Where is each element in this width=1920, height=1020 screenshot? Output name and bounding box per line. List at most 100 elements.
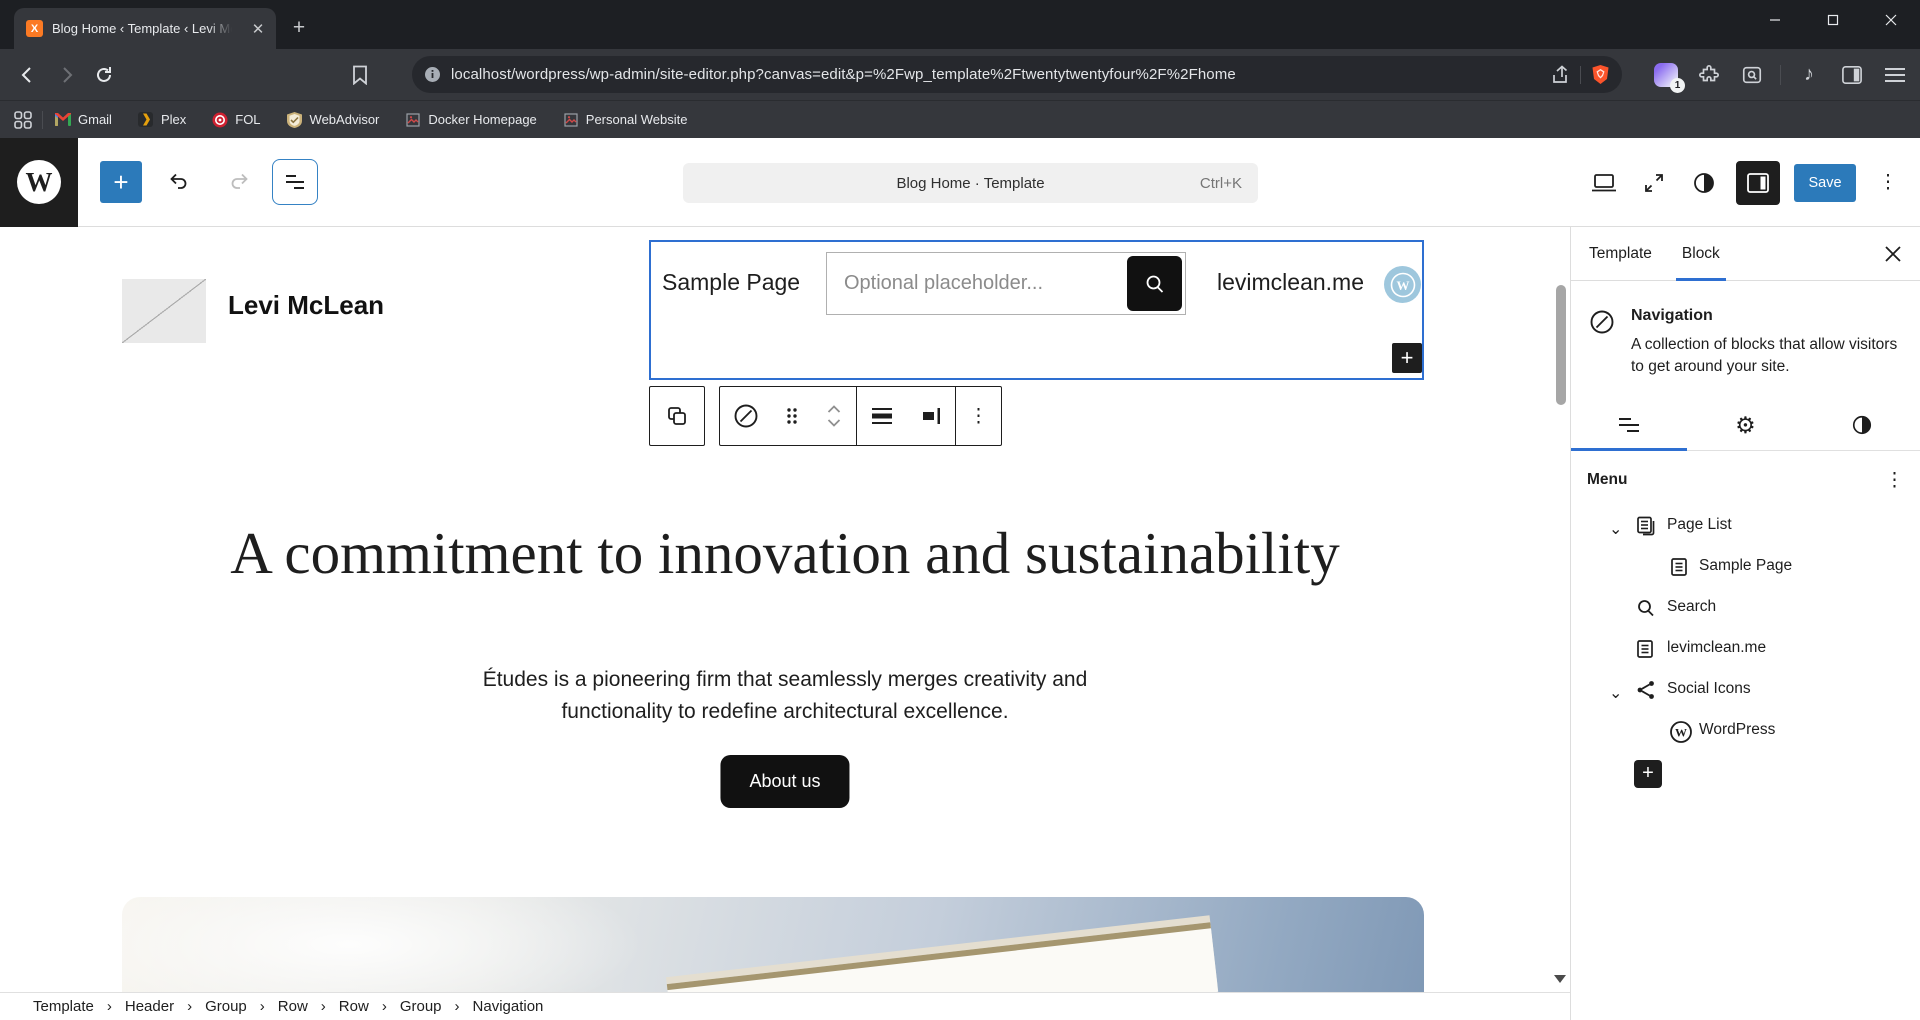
share-icon[interactable] [1550,65,1570,85]
settings-sidebar-toggle[interactable] [1736,161,1780,205]
chevron-down-icon[interactable]: ⌄ [1609,519,1622,539]
save-button[interactable]: Save [1794,164,1856,202]
breadcrumb-group[interactable]: Group [400,998,442,1015]
nav-search-block[interactable] [826,252,1186,315]
breadcrumb-row[interactable]: Row [278,998,308,1015]
search-submit-button[interactable] [1127,256,1182,311]
browser-toolbar: localhost/wordpress/wp-admin/site-editor… [0,49,1920,100]
profile-avatar[interactable]: 1 [1651,60,1681,90]
navigation-block-selected[interactable]: Sample Page levimclean.me W + [649,240,1424,380]
breadcrumb-template[interactable]: Template [33,998,94,1015]
bookmark-icon[interactable] [344,59,376,91]
block-appender-button[interactable]: + [1392,343,1422,373]
tab-settings[interactable]: ⚙ [1687,401,1803,450]
back-button[interactable] [12,59,44,91]
site-info-icon[interactable] [424,66,441,83]
share-icon [1635,679,1657,701]
block-breadcrumbs: Template › Header › Group › Row › Row › … [0,992,1570,1020]
styles-button[interactable] [1686,165,1722,201]
move-up-down-buttons[interactable] [812,387,856,445]
forward-button[interactable] [50,59,82,91]
hero-cover-image[interactable] [122,897,1424,992]
block-type-button[interactable] [720,387,772,445]
wordpress-icon: W [1669,720,1693,744]
item-justify-right-button[interactable] [907,387,955,445]
add-menu-item-button[interactable]: + [1634,760,1662,788]
page-icon [1669,556,1689,578]
close-icon [1884,245,1902,263]
menu-item-social-icons[interactable]: ⌄ Social Icons [1587,670,1904,711]
bookmark-docker-homepage[interactable]: Docker Homepage [405,112,536,128]
justify-items-button[interactable] [857,387,907,445]
nav-page-link[interactable]: Sample Page [662,269,800,296]
url-bar[interactable]: localhost/wordpress/wp-admin/site-editor… [412,56,1622,93]
drag-handle[interactable] [772,387,812,445]
new-tab-button[interactable]: + [284,13,314,43]
search-tabs-icon[interactable] [1737,60,1767,90]
bookmark-plex[interactable]: Plex [138,112,186,128]
tab-list-view[interactable] [1571,401,1687,450]
toolbar-divider [1780,65,1781,85]
bookmark-webadvisor[interactable]: WebAdvisor [287,112,380,128]
menu-options-icon[interactable]: ⋮ [1885,471,1904,490]
wordpress-social-icon[interactable]: W [1384,266,1421,303]
select-parent-button[interactable] [649,386,705,446]
navigation-block-icon [733,403,759,429]
menu-item-sample-page[interactable]: Sample Page [1587,547,1904,588]
canvas-scrollbar-down-arrow[interactable] [1554,975,1566,983]
breadcrumb-header[interactable]: Header [125,998,174,1015]
redo-button[interactable] [222,164,258,200]
tab-block[interactable]: Block [1682,227,1720,280]
menu-item-search[interactable]: Search [1587,588,1904,629]
zoom-out-view-button[interactable] [1636,165,1672,201]
breadcrumb-row[interactable]: Row [339,998,369,1015]
undo-button[interactable] [160,164,196,200]
menu-item-custom-link[interactable]: levimclean.me [1587,629,1904,670]
extensions-icon[interactable] [1694,60,1724,90]
tab-template[interactable]: Template [1589,227,1652,280]
editor-canvas[interactable]: Levi McLean Sample Page levimclean.me W … [0,227,1570,992]
site-title[interactable]: Levi McLean [228,290,384,321]
bookmark-fol[interactable]: FOL [212,112,260,128]
block-card: Navigation A collection of blocks that a… [1571,281,1920,401]
settings-sidebar: Template Block Navigation A collection o… [1570,227,1920,1020]
search-input[interactable] [827,272,1127,295]
chevron-down-icon[interactable]: ⌄ [1609,683,1622,703]
apps-grid-icon[interactable] [14,111,32,129]
media-control-icon[interactable]: ♪ [1794,60,1824,90]
close-sidebar-button[interactable] [1884,227,1902,280]
hero-paragraph[interactable]: Études is a pioneering firm that seamles… [445,664,1125,727]
hero-heading[interactable]: A commitment to innovation and sustainab… [225,520,1345,588]
menu-item-page-list[interactable]: ⌄ Page List [1587,506,1904,547]
block-options-icon[interactable]: ⋮ [956,387,1001,445]
document-title-bar[interactable]: Blog Home · Template Ctrl+K [683,163,1258,203]
canvas-scrollbar-thumb[interactable] [1556,285,1566,405]
bookmarks-bar: Gmail Plex FOL WebAdvisor Docker Homepag [0,100,1920,138]
browser-tab[interactable]: X Blog Home ‹ Template ‹ Levi McL ✕ [14,8,276,49]
minimize-button[interactable] [1746,0,1804,40]
bookmark-personal-website[interactable]: Personal Website [563,112,688,128]
wordpress-admin-button[interactable]: W [0,138,78,227]
breadcrumb-navigation-current[interactable]: Navigation [473,998,544,1015]
options-menu-icon[interactable]: ⋮ [1870,165,1906,201]
brave-shields-icon[interactable] [1591,64,1610,85]
reload-button[interactable] [88,59,120,91]
tab-close-icon[interactable]: ✕ [248,19,268,39]
tab-styles[interactable] [1804,401,1920,450]
maximize-button[interactable] [1804,0,1862,40]
menu-item-wordpress[interactable]: W WordPress [1587,711,1904,752]
view-devices-button[interactable] [1586,165,1622,201]
list-view-button[interactable] [272,159,318,205]
browser-menu-icon[interactable] [1880,60,1910,90]
sidebar-panel-icon[interactable] [1837,60,1867,90]
block-inserter-button[interactable]: + [100,161,142,203]
nav-custom-link[interactable]: levimclean.me [1217,269,1364,296]
svg-text:W: W [26,167,53,197]
site-logo-placeholder[interactable] [122,279,206,343]
bookmark-gmail[interactable]: Gmail [55,112,112,128]
close-window-button[interactable] [1862,0,1920,40]
about-us-button[interactable]: About us [720,755,849,808]
breadcrumb-group[interactable]: Group [205,998,247,1015]
tab-strip: X Blog Home ‹ Template ‹ Levi McL ✕ + [0,0,1920,49]
block-name: Navigation [1631,307,1902,325]
